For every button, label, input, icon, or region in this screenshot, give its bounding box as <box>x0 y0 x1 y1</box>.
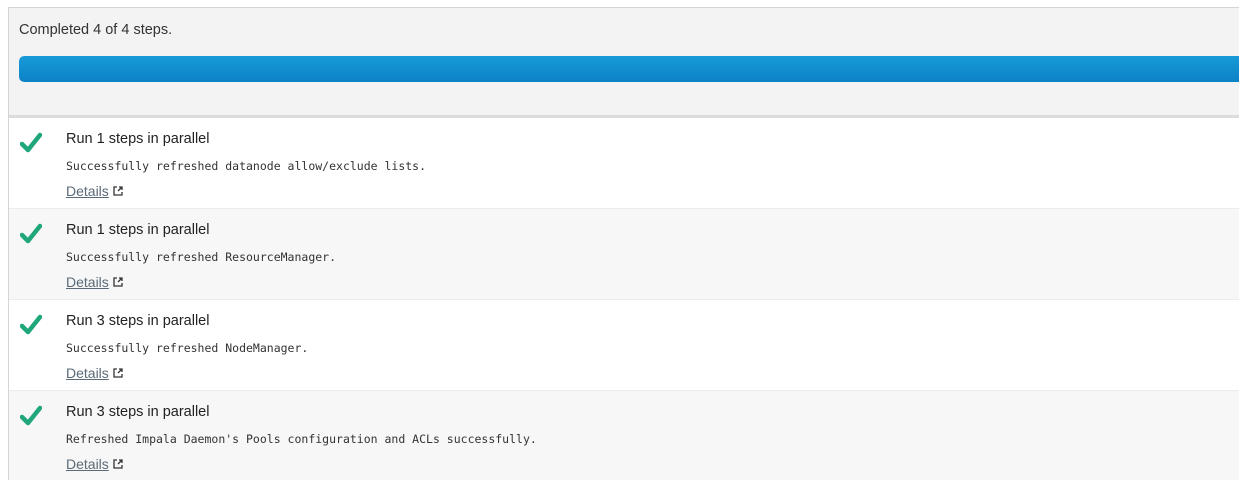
external-link-icon <box>113 459 123 469</box>
step-title: Run 3 steps in parallel <box>66 404 210 420</box>
details-link[interactable]: Details <box>66 183 123 199</box>
check-icon <box>20 223 42 244</box>
details-label: Details <box>66 456 109 472</box>
details-label: Details <box>66 274 109 290</box>
step-list: Run 1 steps in parallel Successfully ref… <box>9 118 1239 480</box>
step-message: Successfully refreshed ResourceManager. <box>66 250 337 264</box>
details-link[interactable]: Details <box>66 456 123 472</box>
details-link[interactable]: Details <box>66 274 123 290</box>
progress-summary-text: Completed 4 of 4 steps. <box>19 22 173 38</box>
check-icon <box>20 405 42 426</box>
progress-bar <box>19 56 1239 82</box>
step-row: Run 3 steps in parallel Refreshed Impala… <box>9 391 1239 480</box>
step-title: Run 3 steps in parallel <box>66 313 210 329</box>
step-title: Run 1 steps in parallel <box>66 131 210 147</box>
step-row: Run 3 steps in parallel Successfully ref… <box>9 300 1239 391</box>
step-title: Run 1 steps in parallel <box>66 222 210 238</box>
check-icon <box>20 132 42 153</box>
step-message: Successfully refreshed NodeManager. <box>66 341 309 355</box>
external-link-icon <box>113 368 123 378</box>
details-label: Details <box>66 183 109 199</box>
step-message: Successfully refreshed datanode allow/ex… <box>66 159 427 173</box>
progress-bar-fill <box>19 56 1239 82</box>
external-link-icon <box>113 186 123 196</box>
external-link-icon <box>113 277 123 287</box>
progress-summary: Completed 4 of 4 steps. <box>9 8 1239 118</box>
details-link[interactable]: Details <box>66 365 123 381</box>
step-row: Run 1 steps in parallel Successfully ref… <box>9 209 1239 300</box>
details-label: Details <box>66 365 109 381</box>
step-message: Refreshed Impala Daemon's Pools configur… <box>66 432 537 446</box>
command-progress-panel: Completed 4 of 4 steps. Run 1 steps in p… <box>8 7 1239 480</box>
check-icon <box>20 314 42 335</box>
step-row: Run 1 steps in parallel Successfully ref… <box>9 118 1239 209</box>
